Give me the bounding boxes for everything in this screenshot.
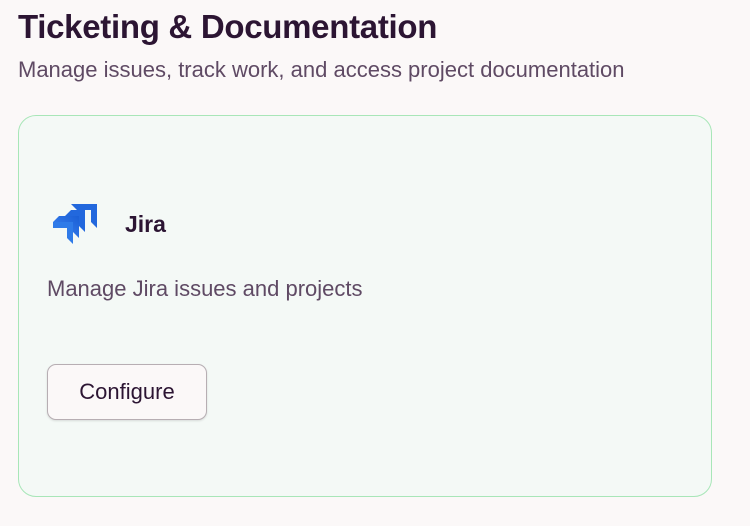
integration-card-header: Jira	[51, 200, 166, 248]
integration-name: Jira	[125, 211, 166, 237]
section-subtitle: Manage issues, track work, and access pr…	[18, 57, 625, 82]
jira-logo-icon	[53, 204, 97, 244]
integration-description: Manage Jira issues and projects	[47, 276, 363, 301]
section-title: Ticketing & Documentation	[18, 8, 438, 45]
configure-button[interactable]: Configure	[47, 364, 207, 420]
integration-card-jira: Jira Manage Jira issues and projects Con…	[18, 115, 712, 497]
